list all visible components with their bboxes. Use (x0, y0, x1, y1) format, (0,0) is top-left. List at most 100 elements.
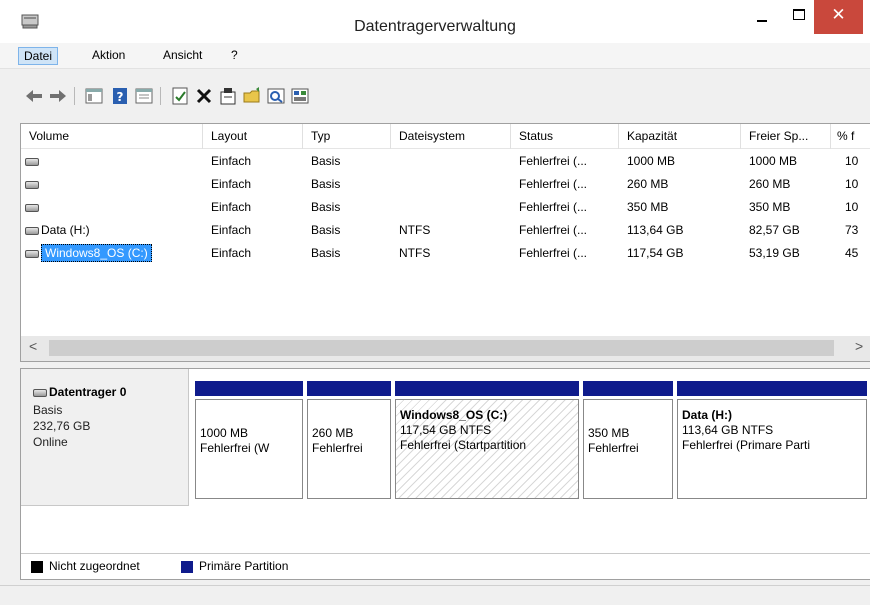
partition-size: 117,54 GB NTFS (400, 423, 492, 437)
partition-header-bar (677, 381, 867, 396)
scroll-left-arrow-icon[interactable]: < (29, 338, 37, 354)
percent-free-cell: 73 (845, 223, 859, 237)
properties-list-icon[interactable] (134, 86, 154, 106)
column-header-free-space[interactable]: Freier Sp... (741, 124, 831, 149)
partition-block[interactable]: 260 MB Fehlerfrei (307, 381, 391, 499)
capacity-cell: 113,64 GB (627, 223, 684, 237)
column-header-percent-free[interactable]: % f (831, 124, 870, 149)
open-icon[interactable] (242, 86, 262, 106)
console-tree-icon[interactable] (84, 86, 104, 106)
volume-row[interactable]: Einfach Basis Fehlerfrei (... 350 MB 350… (21, 196, 870, 219)
percent-free-cell: 10 (845, 200, 859, 214)
free-space-cell: 350 MB (749, 200, 791, 214)
disk-title: Datentrager 0 (33, 385, 126, 399)
partition-block[interactable]: 1000 MB Fehlerfrei (W (195, 381, 303, 499)
partition-status: Fehlerfrei (W (200, 441, 270, 455)
connect-icon[interactable] (170, 86, 190, 106)
type-cell: Basis (311, 200, 341, 214)
volume-cell: Windows8_OS (C:) (21, 242, 203, 265)
minimize-button[interactable] (742, 0, 782, 34)
partition-header-bar (583, 381, 673, 396)
volume-cell (21, 150, 203, 173)
percent-free-cell: 45 (845, 246, 859, 260)
close-button[interactable]: ✕ (814, 0, 863, 34)
column-header-layout[interactable]: Layout (203, 124, 303, 149)
properties-icon[interactable] (218, 86, 238, 106)
percent-free-cell: 10 (845, 177, 859, 191)
partition-body: 1000 MB Fehlerfrei (W (195, 399, 303, 499)
legend-label-unallocated: Nicht zugeordnet (49, 559, 140, 573)
horizontal-scrollbar[interactable]: < > (21, 336, 870, 361)
window-title: Datentragerverwaltung (354, 18, 516, 35)
volume-name: Windows8_OS (C:) (41, 244, 152, 262)
partition-block[interactable]: Data (H:) 113,64 GB NTFS Fehlerfrei (Pri… (677, 381, 867, 499)
maximize-icon (793, 9, 805, 20)
drive-icon (25, 204, 39, 212)
forward-arrow-icon[interactable] (48, 86, 68, 106)
partition-name: Data (H:) (682, 408, 732, 422)
partition-size: 1000 MB (200, 426, 249, 440)
partition-block[interactable]: 350 MB Fehlerfrei (583, 381, 673, 499)
help-icon[interactable]: ? (110, 86, 130, 106)
volume-cell (21, 173, 203, 196)
legend-label-primary: Primäre Partition (199, 559, 289, 573)
disk-graphical-view: Datentrager 0 Basis 232,76 GB Online 100… (20, 368, 870, 580)
menu-datei[interactable]: Datei (18, 47, 59, 65)
toolbar-separator (74, 87, 75, 105)
volume-row-selected[interactable]: Windows8_OS (C:) Einfach Basis NTFS Fehl… (21, 242, 870, 265)
partition-size: 350 MB (588, 426, 630, 440)
maximize-button[interactable] (782, 0, 814, 34)
column-header-volume[interactable]: Volume (21, 124, 203, 149)
drive-icon (25, 181, 39, 189)
partition-header-bar (195, 381, 303, 396)
layout-cell: Einfach (211, 200, 252, 214)
disk-size: 232,76 GB (33, 419, 91, 433)
back-arrow-icon[interactable] (24, 86, 44, 106)
legend: Nicht zugeordnet Primäre Partition (21, 553, 870, 579)
disk-info-panel[interactable]: Datentrager 0 Basis 232,76 GB Online (21, 369, 189, 506)
column-header-type[interactable]: Typ (303, 124, 391, 149)
type-cell: Basis (311, 177, 341, 191)
partition-status: Fehlerfrei (Primare Parti (682, 438, 811, 452)
partition-name: Windows8_OS (C:) (400, 408, 508, 422)
column-header-status[interactable]: Status (511, 124, 619, 149)
volume-cell: Data (H:) (21, 219, 203, 242)
scroll-right-arrow-icon[interactable]: > (855, 338, 863, 354)
title-bar[interactable]: Datentragerverwaltung ✕ (0, 0, 870, 43)
capacity-cell: 117,54 GB (627, 246, 684, 260)
status-cell: Fehlerfrei (... (519, 223, 588, 237)
partition-status: Fehlerfrei (312, 441, 363, 455)
layout-cell: Einfach (211, 223, 252, 237)
disk-icon (33, 389, 47, 397)
free-space-cell: 1000 MB (749, 154, 798, 168)
partition-body: 260 MB Fehlerfrei (307, 399, 391, 499)
disk-icon[interactable] (290, 86, 310, 106)
free-space-cell: 53,19 GB (749, 246, 800, 260)
volume-row[interactable]: Einfach Basis Fehlerfrei (... 1000 MB 10… (21, 150, 870, 173)
disk-management-window: Datentragerverwaltung ✕ Datei Aktion Ans… (0, 0, 870, 605)
partition-body: 350 MB Fehlerfrei (583, 399, 673, 499)
column-header-capacity[interactable]: Kapazität (619, 124, 741, 149)
filesystem-cell (399, 173, 509, 196)
disk-type: Basis (33, 403, 63, 417)
layout-cell: Einfach (211, 246, 252, 260)
svg-text:?: ? (117, 90, 124, 104)
delete-icon[interactable] (194, 86, 214, 106)
explore-icon[interactable] (266, 86, 286, 106)
partition-size: 260 MB (312, 426, 354, 440)
toolbar-separator (160, 87, 161, 105)
volume-cell (21, 196, 203, 219)
menu-aktion[interactable]: Aktion (87, 47, 130, 65)
column-header-filesystem[interactable]: Dateisystem (391, 124, 511, 149)
menu-bar: Datei Aktion Ansicht ? (0, 43, 870, 69)
menu-ansicht[interactable]: Ansicht (158, 47, 207, 65)
volume-list[interactable]: Volume Layout Typ Dateisystem Status Kap… (20, 123, 870, 362)
layout-cell: Einfach (211, 154, 252, 168)
disk-state: Online (33, 435, 68, 449)
volume-row[interactable]: Einfach Basis Fehlerfrei (... 260 MB 260… (21, 173, 870, 196)
scrollbar-thumb[interactable] (49, 340, 834, 356)
partition-block-selected[interactable]: Windows8_OS (C:) 117,54 GB NTFS Fehlerfr… (395, 381, 579, 499)
status-cell: Fehlerfrei (... (519, 246, 588, 260)
menu-help[interactable]: ? (226, 47, 243, 65)
volume-row[interactable]: Data (H:) Einfach Basis NTFS Fehlerfrei … (21, 219, 870, 242)
